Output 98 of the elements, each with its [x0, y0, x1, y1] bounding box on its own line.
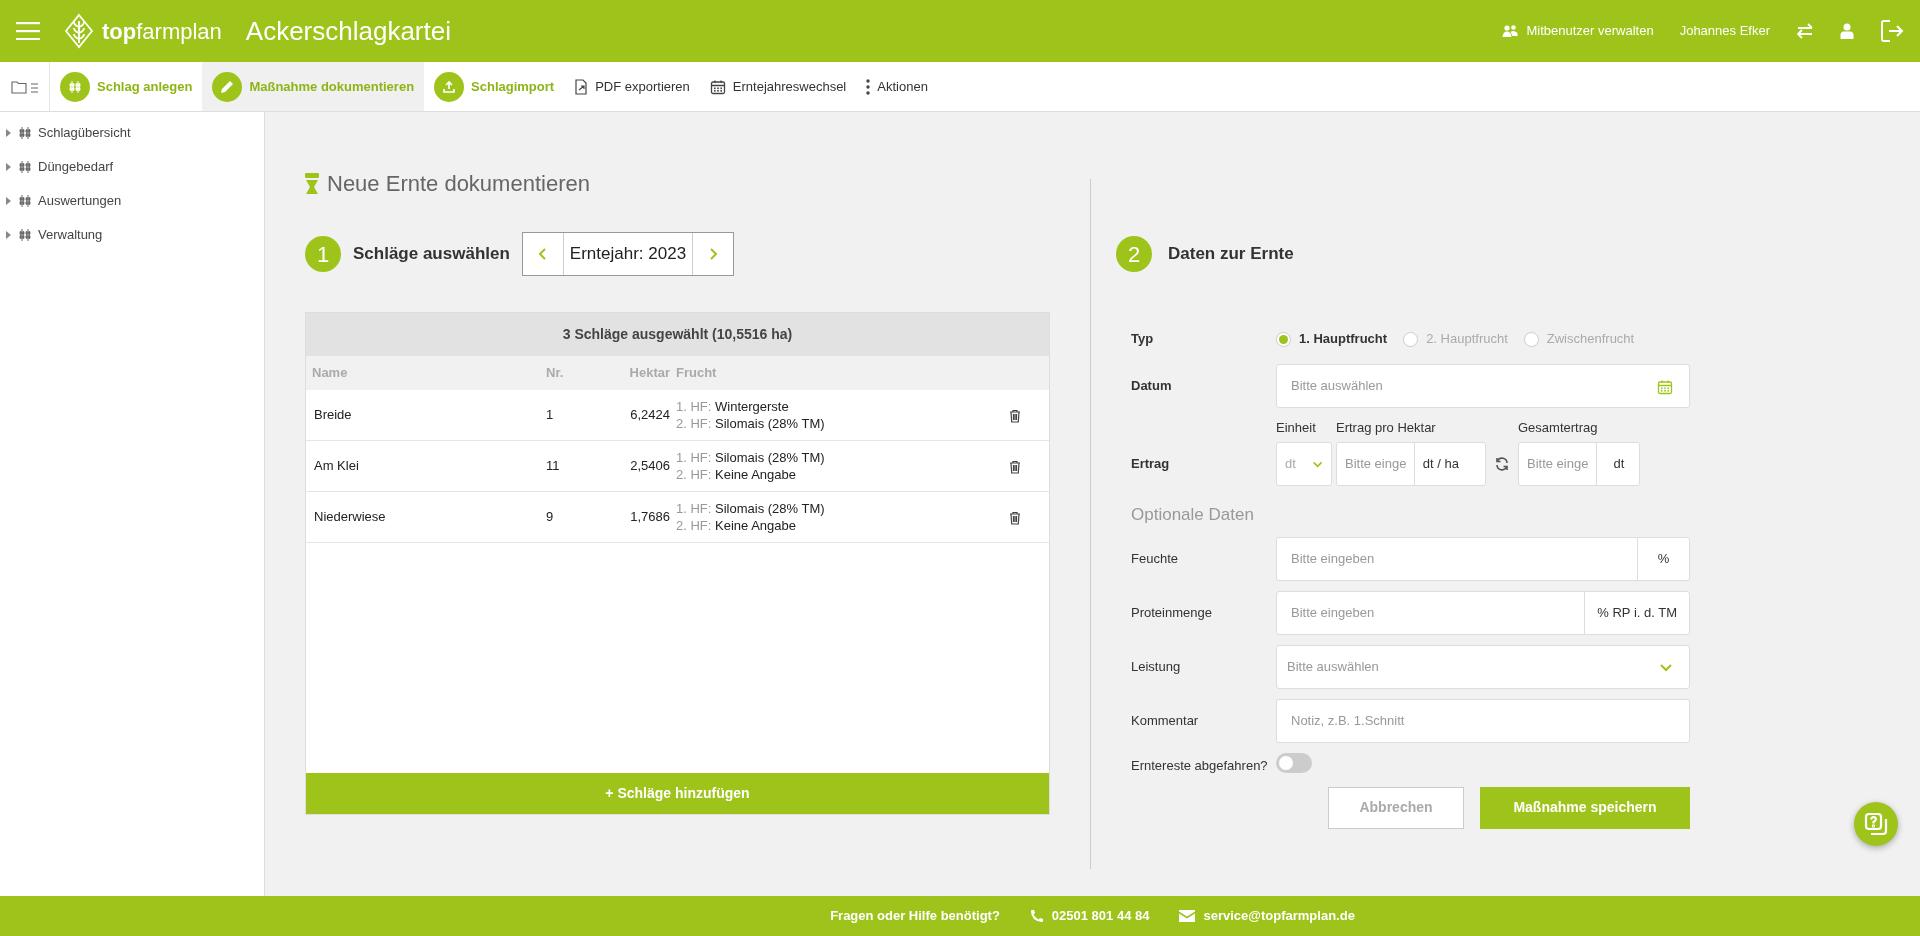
unit-label: % RP i. d. TM: [1584, 592, 1689, 634]
date-field[interactable]: Bitte auswählen: [1276, 364, 1690, 408]
wheat-icon: [18, 160, 32, 174]
field-sublabel: Gesamtertrag: [1518, 419, 1599, 437]
crop-entry: 2. HF: Silomais (28% TM): [676, 415, 826, 432]
sidebar-item[interactable]: Verwaltung: [0, 218, 264, 252]
toggle-switch[interactable]: [1276, 753, 1312, 773]
manage-users-link[interactable]: Mitbenutzer verwalten: [1502, 21, 1654, 41]
crop-entry: 2. HF: Keine Angabe: [676, 517, 797, 534]
sidebar-item[interactable]: Düngebedarf: [0, 150, 264, 184]
logo-text: topfarmplan: [102, 17, 222, 46]
help-icon: [1864, 812, 1888, 836]
menu-icon[interactable]: [16, 22, 40, 40]
trash-icon[interactable]: [1009, 408, 1021, 423]
crop-entry: 1. HF: Wintergerste: [676, 398, 790, 415]
select-field[interactable]: Bitte auswählen: [1276, 645, 1690, 689]
field-sublabel: Ertrag pro Hektar: [1336, 419, 1437, 437]
radio-option[interactable]: 2. Hauptfrucht: [1403, 329, 1508, 349]
document-export-icon: [574, 78, 589, 95]
email-link[interactable]: service@topfarmplan.de: [1203, 906, 1355, 926]
table-cell: Breide: [314, 407, 352, 423]
pencil-icon: [219, 78, 236, 95]
logout-icon[interactable]: [1880, 19, 1904, 43]
table-cell: 11: [546, 458, 560, 474]
calendar-icon: [709, 78, 726, 95]
page-title: Neue Ernte dokumentieren: [327, 170, 590, 198]
field-label: Typ: [1131, 331, 1154, 347]
step-title: Schläge auswählen: [353, 243, 510, 266]
selection-summary: 3 Schläge ausgewählt (10,5516 ha): [306, 313, 1049, 356]
section-heading: Optionale Daten: [1131, 504, 1254, 524]
table-cell: 6,2424: [630, 407, 670, 423]
folder-list-icon[interactable]: [10, 79, 39, 94]
radio-button[interactable]: [1276, 331, 1291, 347]
add-fields-button[interactable]: + Schläge hinzufügen: [306, 773, 1049, 814]
trash-icon[interactable]: [1009, 459, 1021, 474]
table-cell: Niederwiese: [314, 509, 386, 525]
app-title: Ackerschlagkartei: [245, 14, 451, 48]
help-question: Fragen oder Hilfe benötigt?: [830, 907, 1000, 926]
help-button[interactable]: [1854, 802, 1898, 846]
radio-option[interactable]: 1. Hauptfrucht: [1276, 329, 1388, 349]
toolbar-button[interactable]: Maßnahme dokumentieren: [202, 62, 425, 111]
refresh-icon[interactable]: [1495, 456, 1509, 471]
swap-icon[interactable]: [1796, 23, 1814, 39]
trash-icon[interactable]: [1009, 510, 1021, 525]
logo-icon: [64, 13, 94, 49]
unit-label: dt: [1596, 442, 1641, 485]
total-yield-field[interactable]: Bitte einge dt: [1518, 441, 1640, 486]
crop-entry: 1. HF: Silomais (28% TM): [676, 449, 826, 466]
wheat-icon: [18, 228, 32, 242]
step-number: 1: [305, 236, 341, 272]
step-title: Daten zur Ernte: [1168, 243, 1294, 266]
phone-number: 02501 801 44 84: [1051, 907, 1150, 926]
harvest-icon: [305, 172, 319, 195]
sidebar-item[interactable]: Schlagübersicht: [0, 116, 264, 150]
user-name-link[interactable]: Johannes Efker: [1679, 21, 1770, 41]
field-sublabel: Einheit: [1276, 419, 1317, 437]
input-field[interactable]: Bitte eingeben %: [1276, 537, 1690, 581]
field-label: Proteinmenge: [1131, 605, 1212, 621]
crop-entry: 2. HF: Keine Angabe: [676, 466, 797, 483]
input-field[interactable]: Bitte eingeben % RP i. d. TM: [1276, 591, 1690, 635]
yield-per-hectare-field[interactable]: Bitte einge dt / ha: [1336, 441, 1486, 486]
calendar-icon: [1657, 378, 1673, 395]
column-header: Frucht: [676, 365, 717, 381]
radio-button[interactable]: [1403, 331, 1419, 347]
unit-select[interactable]: dt: [1276, 441, 1332, 486]
sidebar-item[interactable]: Auswertungen: [0, 184, 264, 218]
field-label: Ertrag: [1131, 454, 1170, 473]
column-header: Nr.: [546, 365, 564, 381]
field-label: Kommentar: [1131, 713, 1199, 729]
column-header: Hektar: [629, 365, 670, 381]
input-field[interactable]: Notiz, z.B. 1.Schnitt: [1276, 699, 1690, 743]
wheat-icon: [18, 126, 32, 140]
radio-option[interactable]: Zwischenfrucht: [1523, 329, 1635, 349]
user-icon[interactable]: [1840, 23, 1854, 39]
table-cell: Am Klei: [314, 458, 359, 474]
crop-entry: 1. HF: Silomais (28% TM): [676, 500, 826, 517]
save-button[interactable]: Maßnahme speichern: [1480, 786, 1690, 829]
table-cell: 1,7686: [630, 509, 670, 525]
column-header: Name: [312, 365, 348, 381]
phone-icon: [1029, 909, 1044, 923]
cancel-button[interactable]: Abbrechen: [1328, 786, 1464, 829]
table-cell: 1: [546, 407, 554, 423]
upload-icon: [442, 79, 457, 94]
unit-label: dt / ha: [1414, 442, 1467, 485]
mail-icon: [1179, 910, 1196, 922]
field-label: Datum: [1131, 378, 1172, 394]
wheat-icon: [18, 194, 32, 208]
step-number: 2: [1116, 236, 1152, 272]
field-label: Leistung: [1131, 659, 1181, 675]
more-icon: [866, 78, 871, 95]
table-cell: 9: [546, 509, 554, 525]
field-label: Erntereste abgefahren?: [1131, 758, 1268, 773]
radio-button[interactable]: [1523, 331, 1539, 347]
unit-label: %: [1637, 538, 1689, 580]
table-cell: 2,5406: [630, 458, 670, 474]
wheat-icon: [68, 79, 82, 94]
field-label: Feuchte: [1131, 551, 1178, 567]
users-icon: [1502, 23, 1519, 39]
